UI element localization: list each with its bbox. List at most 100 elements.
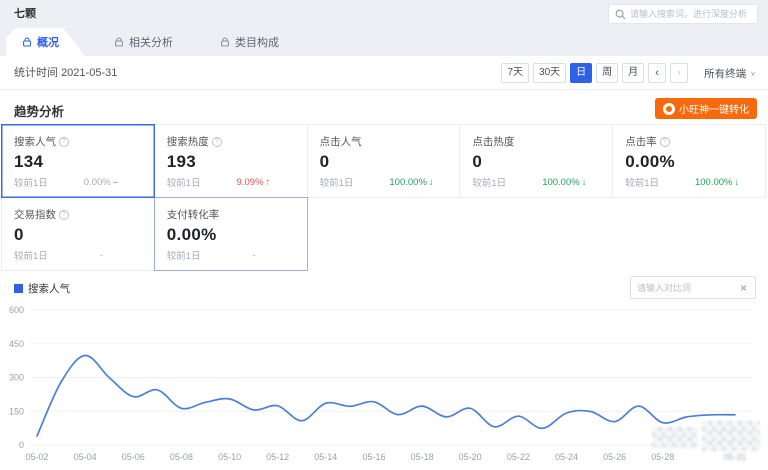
terminal-label: 所有终端 [704, 66, 746, 81]
metric-card-2[interactable]: 点击人气0较前1日100.00%↓ [307, 124, 461, 198]
range-30d-button[interactable]: 30天 [533, 63, 566, 83]
x-tick-label: 05-04 [74, 452, 97, 462]
metric-value: 0.00% [167, 225, 295, 245]
y-tick-label: 300 [9, 373, 24, 383]
stat-time-label: 统计时间 [14, 67, 58, 79]
chevron-down-icon: ∨ [750, 69, 756, 76]
x-tick-label: 05-26 [603, 452, 626, 462]
info-icon[interactable]: ? [660, 137, 670, 147]
range-day-button[interactable]: 日 [570, 63, 592, 83]
lock-icon [114, 37, 124, 47]
metric-card-3[interactable]: 点击热度 0 较前1日 100.00%↓ [459, 124, 613, 198]
compare-label: 较前1日 [14, 175, 48, 189]
metric-label: 点击热度 [472, 134, 600, 149]
x-tick-label: 05-20 [459, 452, 482, 462]
tab-category-composition[interactable]: 类目构成 [206, 28, 293, 56]
y-tick-label: 0 [19, 440, 24, 450]
info-icon[interactable]: ? [59, 210, 69, 220]
x-tick-label: 05-10 [218, 452, 241, 462]
metrics-grid: 搜索人气 ?134较前1日0.00%–搜索热度 ?193较前1日9.09%↑点击… [2, 125, 766, 271]
compare-input[interactable] [637, 283, 738, 293]
range-week-button[interactable]: 周 [596, 63, 618, 83]
mascot-icon [663, 103, 675, 115]
metric-value: 0 [14, 225, 142, 245]
y-tick-label: 150 [9, 406, 24, 416]
range-month-button[interactable]: 月 [622, 63, 644, 83]
stat-time: 统计时间 2021-05-31 [14, 56, 117, 90]
compare-word-box[interactable]: × [630, 276, 756, 299]
metric-label: 搜索热度 ? [167, 134, 295, 149]
compare-label: 较前1日 [167, 248, 201, 262]
page-title: 七颗 [14, 0, 36, 28]
page: 七颗 概况 相关分析 [0, 0, 768, 470]
tab-overview[interactable]: 概况 [6, 28, 85, 56]
x-tick-label: 05-02 [25, 452, 48, 462]
lock-icon [220, 37, 230, 47]
metric-card-6[interactable]: 支付转化率 0.00% 较前1日 - [154, 197, 308, 271]
metric-card-5[interactable]: 交易指数 ?0较前1日- [1, 197, 155, 271]
down-arrow-icon: ↓ [582, 177, 587, 188]
x-tick-label: 05-08 [170, 452, 193, 462]
compare-label: 较前1日 [167, 175, 201, 189]
search-input[interactable] [630, 9, 751, 19]
change-value: 0.00%– [84, 177, 118, 188]
down-arrow-icon: ↓ [735, 177, 740, 188]
change-value: 100.00%↓ [389, 177, 433, 188]
range-7d-button[interactable]: 7天 [501, 63, 529, 83]
close-icon[interactable]: × [738, 282, 749, 294]
x-tick-label: 05-14 [314, 452, 337, 462]
x-tick-label: 05-28 [651, 452, 674, 462]
terminal-dropdown[interactable]: 所有终端 ∨ [704, 66, 760, 81]
tab-label: 类目构成 [235, 34, 279, 50]
keyword-search-box[interactable] [608, 4, 758, 24]
y-tick-label: 450 [9, 339, 24, 349]
toolbar: 统计时间 2021-05-31 7天 30天 日 周 月 ‹ › 所有终端 ∨ [0, 56, 768, 90]
compare-label: 较前1日 [472, 175, 506, 189]
legend-label: 搜索人气 [28, 281, 70, 296]
metric-label: 支付转化率 [167, 207, 295, 222]
metric-value: 134 [14, 152, 142, 172]
chart-legend: 搜索人气 [14, 281, 70, 296]
change-value: 9.09%↑ [237, 177, 271, 188]
tab-related-analysis[interactable]: 相关分析 [100, 28, 187, 56]
compare-label: 较前1日 [320, 175, 354, 189]
info-icon[interactable]: ? [212, 137, 222, 147]
x-tick-label: 05-22 [507, 452, 530, 462]
lock-icon [22, 37, 32, 47]
metric-label: 搜索人气 ? [14, 134, 142, 149]
compare-label: 较前1日 [14, 248, 48, 262]
change-value: 100.00%↓ [542, 177, 586, 188]
compare-label: 较前1日 [625, 175, 659, 189]
metric-card-4[interactable]: 点击率 ? 0.00% 较前1日 100.00%↓ [612, 124, 766, 198]
metric-value: 0.00% [625, 152, 753, 172]
down-arrow-icon: ↓ [429, 177, 434, 188]
convert-button[interactable]: 小旺神一键转化 [655, 98, 757, 119]
flat-arrow-icon: – [113, 177, 118, 188]
legend-swatch [14, 284, 23, 293]
x-tick-label: 05-24 [555, 452, 578, 462]
change-value: - [253, 250, 256, 261]
tab-bar: 概况 相关分析 类目构成 [0, 28, 768, 56]
search-popularity-line [37, 355, 735, 436]
x-tick-label: 05-12 [266, 452, 289, 462]
blurred-watermark [652, 427, 698, 448]
stat-time-value: 2021-05-31 [61, 67, 117, 79]
section-title-trend: 趋势分析 [14, 101, 64, 120]
x-tick-label: 05-16 [362, 452, 385, 462]
metric-card-1[interactable]: 搜索热度 ?193较前1日9.09%↑ [154, 124, 308, 198]
tab-label: 概况 [37, 34, 59, 50]
tab-label: 相关分析 [129, 34, 173, 50]
x-tick-label: 05-18 [411, 452, 434, 462]
change-value: 100.00%↓ [695, 177, 739, 188]
blurred-watermark [702, 421, 760, 451]
y-tick-label: 600 [9, 305, 24, 315]
metric-card-0[interactable]: 搜索人气 ? 134 较前1日 0.00%– [1, 124, 155, 198]
metric-label: 交易指数 ? [14, 207, 142, 222]
next-period-button[interactable]: › [670, 63, 688, 83]
metric-label: 点击率 ? [625, 134, 753, 149]
x-tick-label: 05-31 [723, 452, 746, 462]
info-icon[interactable]: ? [59, 137, 69, 147]
prev-period-button[interactable]: ‹ [648, 63, 666, 83]
metric-value: 0 [472, 152, 600, 172]
range-selector: 7天 30天 日 周 月 ‹ › 所有终端 ∨ [497, 63, 760, 83]
